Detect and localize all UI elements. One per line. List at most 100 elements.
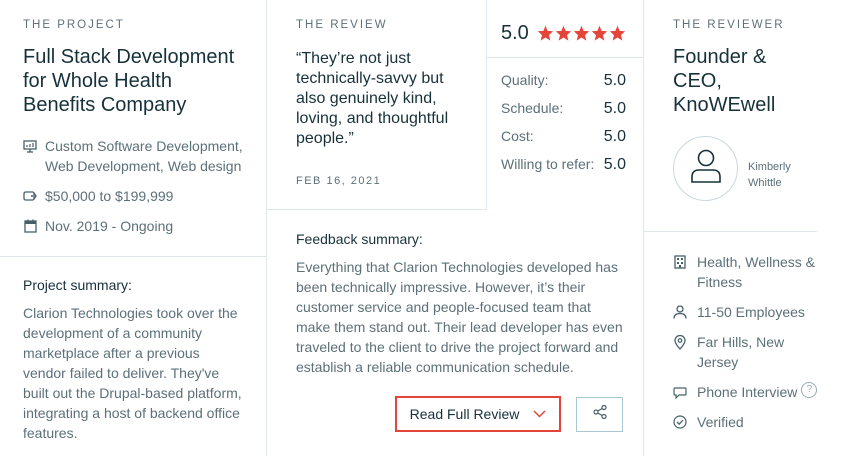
quote-line: “They’re not just [296,50,411,67]
check-circle-icon [672,412,688,432]
project-title: Full Stack Development for Whole Health … [23,45,234,117]
feedback-line: traveled to the client to drive the proj… [296,339,619,355]
rating-value: 5.0 [603,128,626,145]
chat-bubble-icon [672,382,688,402]
star-icon [591,25,608,41]
quote-line: technically-savvy but [296,70,444,87]
services-line: Web Development, Web design [45,158,242,174]
industry-line: Health, Wellness & [697,254,816,270]
summary-line: marketplace after a previous [23,345,200,361]
rating-label: Cost: [501,128,534,144]
building-icon [672,252,688,272]
reviewer-employees: 11-50 Employees [672,302,805,322]
project-title-line: Full Stack Development [23,46,235,68]
overall-score: 5.0 [501,22,529,44]
project-title-line: for Whole Health [23,70,172,92]
location-text: Far Hills, New Jersey [697,332,784,372]
reviewer-verified: Verified [672,412,744,432]
star-icon [555,25,572,41]
summary-line: built out the Drupal-based platform, [23,385,242,401]
quote-line: people.” [296,130,354,147]
industry-line: Fitness [697,274,743,290]
timeline-text: Nov. 2019 - Ongoing [45,218,174,234]
reviewer-name: Kimberly Whittle [748,159,791,191]
summary-line: features. [23,425,78,441]
reviewer-location: Far Hills, New Jersey [672,332,784,372]
project-timeline: Nov. 2019 - Ongoing [22,216,173,236]
rating-label: Willing to refer: [501,156,595,172]
star-rating [537,25,626,41]
project-summary-label: Project summary: [23,277,132,293]
calendar-icon [22,216,38,236]
rating-divider [486,57,643,58]
review-kicker: THE REVIEW [296,19,388,31]
rating-panel-divider [486,0,487,210]
summary-line: vendor failed to deliver. They've [23,365,220,381]
budget-text: $50,000 to $199,999 [45,188,174,204]
review-divider [267,209,486,210]
project-divider [0,256,266,257]
reviewer-title: Founder & CEO, KnoWEwell [673,45,775,117]
review-date: FEB 16, 2021 [296,175,382,187]
reviewer-name-line: Kimberly [748,161,791,173]
summary-line: Clarion Technologies took over the [23,305,238,321]
employees-text: 11-50 Employees [697,304,805,320]
project-kicker: THE PROJECT [23,19,125,31]
reviewer-title-line: Founder & [673,46,767,68]
reviewer-industry: Health, Wellness & Fitness [672,252,815,292]
location-line: Far Hills, New [697,334,785,350]
rating-value: 5.0 [603,156,626,173]
feedback-label: Feedback summary: [296,231,423,247]
read-full-review-label: Read Full Review [409,406,520,422]
services-text: Custom Software Development, Web Develop… [45,136,243,176]
star-icon [537,25,554,41]
map-pin-icon [672,332,688,352]
industry-text: Health, Wellness & Fitness [697,252,815,292]
person-icon [672,302,688,322]
share-button[interactable] [576,397,623,432]
review-quote: “They’re not just technically-savvy but … [296,49,448,149]
summary-line: development of a community [23,325,202,341]
feedback-summary: Everything that Clarion Technologies dev… [296,257,623,377]
divider-col-1 [266,0,267,456]
chevron-down-icon [533,410,546,418]
reviewer-title-line: KnoWEwell [673,94,776,116]
quote-line: also genuinely kind, [296,90,437,107]
rating-cost: Cost: 5.0 [501,128,626,146]
feedback-line: customer service and people-focused team… [296,299,591,315]
quote-line: loving, and thoughtful [296,110,449,127]
feedback-line: establish a reliable communication sched… [296,359,574,375]
reviewer-interview: Phone Interview ? [672,382,818,402]
feedback-line: Everything that Clarion Technologies dev… [296,259,618,275]
feedback-line: been technically impressive. However, it… [296,279,586,295]
project-budget: $50,000 to $199,999 [22,186,173,206]
reviewer-name-line: Whittle [748,177,782,189]
project-title-line: Benefits Company [23,94,187,116]
rating-label: Schedule: [501,100,564,116]
services-line: Custom Software Development, [45,138,243,154]
interview-text: Phone Interview [697,384,798,400]
project-services: Custom Software Development, Web Develop… [22,136,243,176]
rating-schedule: Schedule: 5.0 [501,100,626,118]
help-icon[interactable]: ? [801,382,818,398]
reviewer-kicker: THE REVIEWER [673,19,785,31]
monitor-icon [22,136,38,156]
read-full-review-button[interactable]: Read Full Review [395,396,561,432]
location-line: Jersey [697,354,739,370]
reviewer-divider [644,231,817,232]
project-summary: Clarion Technologies took over the devel… [23,303,242,443]
star-icon [609,25,626,41]
person-avatar-icon [689,148,723,189]
verified-text: Verified [697,414,744,430]
reviewer-title-line: CEO, [673,70,722,92]
rating-quality: Quality: 5.0 [501,72,626,90]
tag-icon [22,186,38,206]
rating-refer: Willing to refer: 5.0 [501,156,626,174]
summary-line: integrating a host of backend office [23,405,240,421]
avatar [673,136,738,201]
feedback-line: make them stand out. Their lead develope… [296,319,623,335]
star-icon [573,25,590,41]
divider-col-3 [643,0,644,456]
rating-value: 5.0 [603,72,626,89]
rating-label: Quality: [501,72,549,88]
